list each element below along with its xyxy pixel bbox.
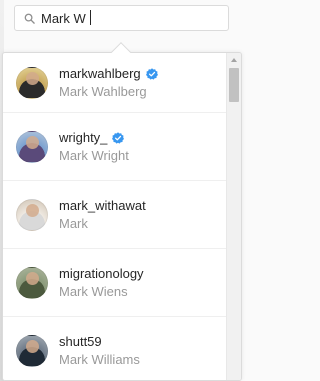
username-row: mark_withawat <box>59 197 146 214</box>
result-username: shutt59 <box>59 334 102 349</box>
result-username: mark_withawat <box>59 198 146 213</box>
username-row: markwahlberg <box>59 65 158 82</box>
username-row: shutt59 <box>59 333 140 350</box>
result-full-name: Mark <box>59 216 88 231</box>
result-item[interactable]: migrationology Mark Wiens <box>3 249 227 317</box>
result-text: shutt59 Mark Williams <box>59 333 140 368</box>
search-icon <box>24 13 35 24</box>
avatar <box>16 266 48 299</box>
verified-badge-icon <box>145 67 158 80</box>
search-results-dropdown: markwahlberg Mark Wahlberg wrighty_ Mark… <box>2 52 242 381</box>
username-row: migrationology <box>59 265 144 282</box>
result-text: wrighty_ Mark Wright <box>59 129 129 164</box>
result-full-name: Mark Wahlberg <box>59 84 147 99</box>
result-full-name: Mark Wright <box>59 148 129 163</box>
result-item[interactable]: markwahlberg Mark Wahlberg <box>3 53 227 113</box>
scroll-thumb[interactable] <box>229 68 239 102</box>
result-username: migrationology <box>59 266 144 281</box>
scroll-up-arrow-icon[interactable] <box>231 58 237 62</box>
result-username: markwahlberg <box>59 66 141 81</box>
avatar <box>16 198 48 231</box>
result-item[interactable]: wrighty_ Mark Wright <box>3 113 227 181</box>
username-row: wrighty_ <box>59 129 129 146</box>
avatar <box>16 66 48 99</box>
result-text: migrationology Mark Wiens <box>59 265 144 300</box>
search-box[interactable] <box>14 5 229 31</box>
result-full-name: Mark Wiens <box>59 284 128 299</box>
result-text: mark_withawat Mark <box>59 197 146 232</box>
result-username: wrighty_ <box>59 130 108 145</box>
text-cursor <box>90 10 91 25</box>
result-full-name: Mark Williams <box>59 352 140 367</box>
search-input[interactable] <box>41 10 211 26</box>
verified-badge-icon <box>112 131 125 144</box>
result-item[interactable]: mark_withawat Mark <box>3 181 227 249</box>
scrollbar[interactable] <box>226 53 241 380</box>
result-item[interactable]: shutt59 Mark Williams <box>3 317 227 380</box>
avatar <box>16 130 48 163</box>
result-text: markwahlberg Mark Wahlberg <box>59 65 158 100</box>
results-list: markwahlberg Mark Wahlberg wrighty_ Mark… <box>3 53 227 380</box>
avatar <box>16 334 48 367</box>
